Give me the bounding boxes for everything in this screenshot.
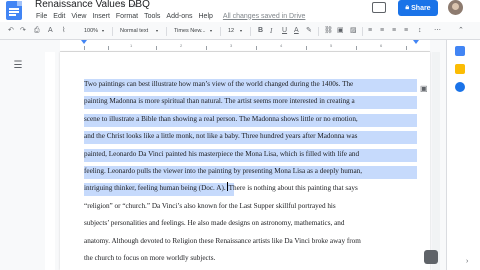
text-line-selected: painted, Leonardo Da Vinci painted his m…: [84, 146, 418, 163]
ruler-label: 6: [380, 43, 383, 48]
toolbar-divider: [250, 27, 251, 36]
print-icon[interactable]: ⎙: [34, 27, 40, 35]
more-options-icon[interactable]: ⋯: [434, 27, 441, 35]
vertical-ruler[interactable]: [45, 52, 55, 270]
text-line-selected: and the Christ looks like a little monk,…: [84, 128, 418, 145]
font-select[interactable]: Times New...: [174, 28, 206, 34]
ruler-label: 4: [280, 43, 283, 48]
comment-history-icon[interactable]: [372, 2, 386, 13]
text-line-partial-selected: intriguing thinker, feeling human being …: [84, 180, 418, 197]
underline-icon[interactable]: U: [282, 27, 287, 35]
toolbar-divider: [112, 27, 113, 36]
link-icon[interactable]: ⛓: [324, 27, 333, 35]
menu-tools[interactable]: Tools: [144, 13, 160, 20]
ruler-label: 5: [330, 43, 333, 48]
expand-side-panel-icon[interactable]: ›: [466, 258, 468, 265]
text-line[interactable]: the church to focus on more worldly subj…: [84, 254, 215, 262]
text-line[interactable]: scene to illustrate a Bible than showing…: [84, 115, 358, 123]
text-line-selected: Two paintings can best illustrate how ma…: [84, 76, 418, 93]
zoom-chevron-icon[interactable]: ▾: [102, 28, 104, 34]
undo-icon[interactable]: ↶: [8, 27, 14, 35]
share-label: Share: [411, 4, 431, 12]
paint-format-icon[interactable]: ⌇: [62, 27, 65, 35]
text-color-icon[interactable]: A: [294, 27, 299, 35]
star-icon[interactable]: ☆: [120, 1, 126, 9]
lock-icon: 🔒︎: [405, 4, 410, 11]
style-chevron-icon[interactable]: ▾: [156, 28, 158, 34]
document-page[interactable]: Two paintings can best illustrate how ma…: [60, 52, 430, 270]
text-line[interactable]: and the Christ looks like a little monk,…: [84, 132, 357, 140]
text-line-selected: scene to illustrate a Bible than showing…: [84, 111, 418, 128]
menu-format[interactable]: Format: [116, 13, 138, 20]
align-right-icon[interactable]: ≡: [392, 27, 396, 35]
toolbar-divider: [166, 27, 167, 36]
toolbar: ↶ ↷ ⎙ A ⌇ 100% ▾ Normal text ▾ Times New…: [0, 24, 470, 38]
menu-bar: File Edit View Insert Format Tools Add-o…: [36, 11, 305, 21]
line-spacing-icon[interactable]: ↕: [418, 27, 422, 35]
ruler-label: 2: [180, 43, 183, 48]
toolbar-divider: [362, 27, 363, 36]
text-line-selected: painting Madonna is more spiritual than …: [84, 93, 418, 110]
tasks-icon[interactable]: [455, 82, 465, 92]
save-status[interactable]: All changes saved in Drive: [223, 13, 306, 20]
insert-image-icon[interactable]: ▨: [350, 27, 357, 35]
menu-insert[interactable]: Insert: [92, 13, 110, 20]
font-size-select[interactable]: 12: [228, 28, 234, 34]
toolbar-divider: [220, 27, 221, 36]
font-chevron-icon[interactable]: ▾: [210, 28, 212, 34]
align-left-icon[interactable]: ≡: [368, 27, 372, 35]
zoom-select[interactable]: 100%: [84, 28, 98, 34]
google-docs-window: Renaissance Values DBQ ☆ ▭ File Edit Vie…: [0, 0, 480, 270]
menu-edit[interactable]: Edit: [53, 13, 65, 20]
ruler-label: 3: [230, 43, 233, 48]
move-folder-icon[interactable]: ▭: [130, 1, 137, 9]
align-center-icon[interactable]: ≡: [380, 27, 384, 35]
header: Renaissance Values DBQ ☆ ▭ File Edit Vie…: [0, 0, 480, 22]
side-panel: [446, 40, 480, 270]
avatar[interactable]: [448, 0, 463, 15]
collapse-menu-icon[interactable]: ⌃: [458, 27, 464, 35]
menu-view[interactable]: View: [71, 13, 86, 20]
justify-icon[interactable]: ≡: [404, 27, 408, 35]
text-line[interactable]: feeling. Leonardo pulls the viewer into …: [84, 167, 362, 175]
text-line[interactable]: intriguing thinker, feeling human being …: [84, 184, 226, 192]
text-line[interactable]: painted, Leonardo Da Vinci painted his m…: [84, 150, 359, 158]
text-cursor: [226, 182, 228, 192]
ruler-label: 1: [130, 43, 133, 48]
right-indent-marker[interactable]: [413, 40, 419, 44]
add-comment-toolbar-icon[interactable]: ▣: [337, 27, 344, 35]
document-body[interactable]: Two paintings can best illustrate how ma…: [84, 76, 418, 267]
explore-icon[interactable]: [424, 250, 438, 264]
spellcheck-icon[interactable]: A: [48, 27, 53, 35]
text-line-tail[interactable]: There is nothing about this painting tha…: [229, 184, 358, 192]
left-indent-marker[interactable]: [81, 40, 87, 44]
text-line-selected: feeling. Leonardo pulls the viewer into …: [84, 163, 418, 180]
text-line[interactable]: painting Madonna is more spiritual than …: [84, 97, 355, 105]
share-button[interactable]: 🔒︎ Share: [398, 0, 438, 16]
text-line[interactable]: anatomy. Although devoted to Religion th…: [84, 237, 361, 245]
text-line[interactable]: subjects’ personalities and feelings. He…: [84, 219, 344, 227]
menu-help[interactable]: Help: [199, 13, 213, 20]
menu-file[interactable]: File: [36, 13, 47, 20]
toolbar-divider: [318, 27, 319, 36]
scrollbar[interactable]: [432, 52, 440, 270]
menu-addons[interactable]: Add-ons: [166, 13, 192, 20]
calendar-icon[interactable]: [455, 46, 465, 56]
size-chevron-icon[interactable]: ▾: [240, 28, 242, 34]
style-select[interactable]: Normal text: [120, 28, 148, 34]
add-comment-icon[interactable]: ▣: [420, 84, 428, 93]
highlight-icon[interactable]: ✎: [306, 27, 312, 35]
text-line[interactable]: Two paintings can best illustrate how ma…: [84, 80, 353, 88]
docs-logo-icon[interactable]: [6, 1, 22, 20]
keep-icon[interactable]: [455, 64, 465, 74]
text-line[interactable]: “religion” or “church.” Da Vinci’s also …: [84, 202, 336, 210]
document-outline-icon[interactable]: ☰: [12, 60, 24, 72]
bold-icon[interactable]: B: [258, 27, 263, 35]
horizontal-ruler[interactable]: 1 2 3 4 5 6: [60, 40, 430, 52]
italic-icon[interactable]: I: [270, 27, 272, 35]
redo-icon[interactable]: ↷: [20, 27, 26, 35]
